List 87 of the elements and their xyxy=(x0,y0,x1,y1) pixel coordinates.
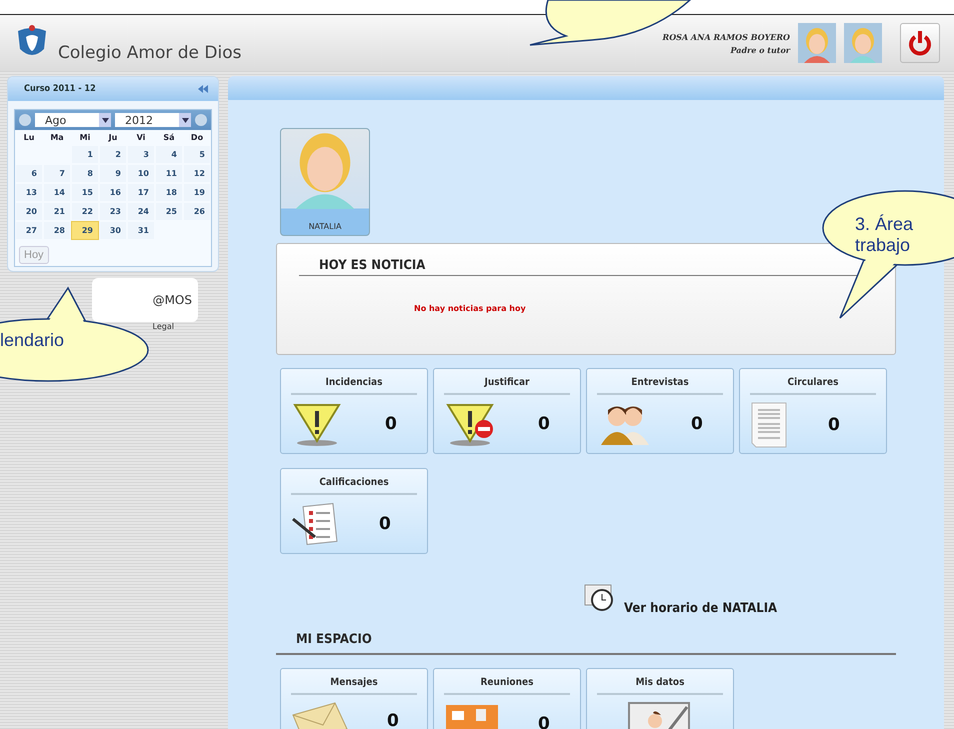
caret-icon xyxy=(102,118,108,122)
tile-count: 0 xyxy=(379,514,391,534)
collapse-icon[interactable] xyxy=(198,85,208,93)
tile-title: Reuniones xyxy=(444,677,570,695)
calendar-day[interactable]: 22 xyxy=(71,202,99,221)
calendar-day[interactable]: 9 xyxy=(99,164,127,183)
next-month-button[interactable] xyxy=(195,114,207,126)
calendar-day[interactable]: 20 xyxy=(15,202,43,221)
power-icon xyxy=(908,30,932,56)
tile-title: Incidencias xyxy=(291,377,417,395)
calendar-day[interactable]: 11 xyxy=(155,164,183,183)
calendar-day[interactable]: 6 xyxy=(15,164,43,183)
tile-title: Calificaciones xyxy=(291,477,417,495)
dashboard-tile[interactable]: Entrevistas 0 xyxy=(586,368,734,454)
calendar-day[interactable]: 19 xyxy=(183,183,211,202)
calendar-day[interactable]: 21 xyxy=(43,202,71,221)
calendar-day[interactable]: 23 xyxy=(99,202,127,221)
calendar-day[interactable]: 16 xyxy=(99,183,127,202)
school-name: Colegio Amor de Dios xyxy=(58,43,242,63)
calendar-day[interactable]: 8 xyxy=(71,164,99,183)
dashboard-tile[interactable]: Incidencias 0 xyxy=(280,368,428,454)
dashboard-tile[interactable]: Reuniones 0 xyxy=(433,668,581,729)
calendar-day[interactable]: 31 xyxy=(127,221,155,240)
student-card[interactable]: NATALIA xyxy=(280,128,370,236)
weekday-label: Sá xyxy=(162,132,176,144)
callout-text: lendario xyxy=(0,330,66,351)
weekday-label: Ju xyxy=(107,132,118,144)
callout-text: 3. Área trabajo xyxy=(855,214,914,256)
calendar-day[interactable]: 30 xyxy=(99,221,127,240)
calendar-day[interactable]: 28 xyxy=(43,221,71,240)
dashboard-tile[interactable]: Justificar 0 xyxy=(433,368,581,454)
calendar-day[interactable]: 5 xyxy=(183,145,211,164)
tile-count: 0 xyxy=(828,415,840,435)
calendar-day[interactable]: 4 xyxy=(155,145,183,164)
caret-icon xyxy=(182,118,188,122)
dashboard-tile[interactable]: Circulares 0 xyxy=(739,368,887,454)
tile-count: 0 xyxy=(538,414,550,434)
tile-count: 0 xyxy=(691,414,703,434)
month-select[interactable]: Ago xyxy=(35,113,111,127)
calendar-day[interactable]: 7 xyxy=(43,164,71,183)
course-label: Curso 2011 - 12 xyxy=(24,84,96,94)
tile-title: Justificar xyxy=(444,377,570,395)
calendar-day[interactable]: 14 xyxy=(43,183,71,202)
calendar-day[interactable]: 25 xyxy=(155,202,183,221)
tile-title: Mis datos xyxy=(597,677,723,695)
schedule-link[interactable]: Ver horario de NATALIA xyxy=(584,584,896,612)
calendar-day[interactable]: 13 xyxy=(15,183,43,202)
calendar-day[interactable]: 24 xyxy=(127,202,155,221)
educamos-logo[interactable]: @MOS xyxy=(92,278,198,322)
calendar-day[interactable]: 1 xyxy=(71,145,99,164)
dashboard-tile[interactable]: Calificaciones 0 xyxy=(280,468,428,554)
user-role: Padre o tutor xyxy=(730,44,790,54)
weekday-label: Lu xyxy=(22,132,36,144)
user-name: ROSA ANA RAMOS BOYERO xyxy=(662,32,790,42)
year-select[interactable]: 2012 xyxy=(115,113,191,127)
tile-title: Circulares xyxy=(750,377,876,395)
tile-count: 0 xyxy=(538,714,550,729)
weekday-label: Mi xyxy=(78,132,92,144)
calendar-day[interactable]: 15 xyxy=(71,183,99,202)
calendar-day[interactable]: 3 xyxy=(127,145,155,164)
calendar-clock-icon xyxy=(584,584,616,612)
tile-title: Entrevistas xyxy=(597,377,723,395)
previous-month-button[interactable] xyxy=(19,114,31,126)
calendar-day[interactable]: 17 xyxy=(127,183,155,202)
news-message: No hay noticias para hoy xyxy=(414,304,527,313)
calendar-day[interactable]: 29 xyxy=(71,221,99,240)
tile-count: 0 xyxy=(387,711,399,729)
student-name: NATALIA xyxy=(308,222,342,231)
section-title: MI ESPACIO xyxy=(276,632,896,655)
weekday-label: Do xyxy=(190,132,204,144)
calendar-day[interactable]: 10 xyxy=(127,164,155,183)
weekday-label: Ma xyxy=(49,132,65,144)
tile-count: 0 xyxy=(385,414,397,434)
calendar-day[interactable]: 26 xyxy=(183,202,211,221)
dashboard-tile[interactable]: Mis datos xyxy=(586,668,734,729)
logout-button[interactable] xyxy=(900,23,940,63)
weekday-label: Vi xyxy=(136,132,146,144)
calendar-day[interactable]: 12 xyxy=(183,164,211,183)
envelope-icon xyxy=(291,701,349,729)
student-avatar[interactable] xyxy=(844,23,882,63)
parent-avatar[interactable] xyxy=(798,23,836,63)
tile-title: Mensajes xyxy=(291,677,417,695)
calendar-day[interactable]: 2 xyxy=(99,145,127,164)
calendar-day[interactable]: 18 xyxy=(155,183,183,202)
calendar-day[interactable]: 27 xyxy=(15,221,43,240)
legal-link[interactable]: Legal xyxy=(152,322,174,331)
dashboard-tile[interactable]: Mensajes 0 xyxy=(280,668,428,729)
